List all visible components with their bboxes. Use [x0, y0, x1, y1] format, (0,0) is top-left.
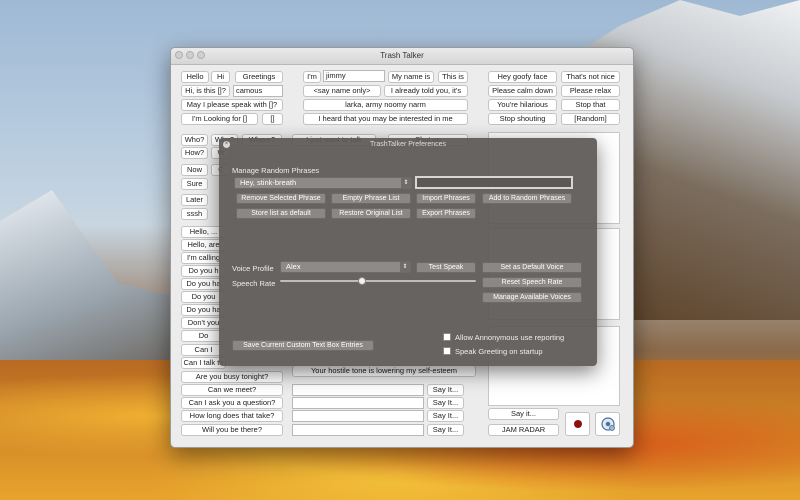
custom-text-field[interactable]	[292, 410, 424, 422]
preferences-title: TrashTalker Preferences	[370, 141, 446, 148]
later-button[interactable]: Later	[181, 194, 208, 206]
preferences-panel: × TrashTalker Preferences Manage Random …	[219, 138, 597, 366]
add-to-random-phrases-button[interactable]: Add to Random Phrases	[482, 193, 572, 204]
save-custom-entries-button[interactable]: Save Current Custom Text Box Entries	[232, 340, 374, 351]
sure-button[interactable]: Sure	[181, 178, 208, 190]
not-nice-button[interactable]: That's not nice	[561, 71, 620, 83]
voice-profile-label: Voice Profile	[232, 264, 274, 273]
speak-greeting-label: Speak Greeting on startup	[455, 347, 543, 356]
chevron-updown-icon: ⇕	[400, 262, 410, 272]
allow-anonymous-checkbox[interactable]	[443, 333, 451, 341]
restore-original-list-button[interactable]: Restore Original List	[331, 208, 411, 219]
already-told-button[interactable]: I already told you, it's	[384, 85, 468, 97]
import-phrases-button[interactable]: Import Phrases	[416, 193, 476, 204]
title-bar[interactable]: Trash Talker	[171, 48, 633, 65]
say-it-button[interactable]: Say It...	[427, 397, 464, 409]
voice-profile-value: Alex	[286, 262, 301, 271]
empty-phrase-list-button[interactable]: Empty Phrase List	[331, 193, 411, 204]
custom-text-field[interactable]	[292, 384, 424, 396]
how-button[interactable]: How?	[181, 147, 208, 159]
larka-button[interactable]: larka, army noomy narm	[303, 99, 468, 111]
voice-settings-button[interactable]	[595, 412, 620, 436]
speech-rate-label: Speech Rate	[232, 279, 276, 288]
my-name-is-button[interactable]: My name is	[388, 71, 434, 83]
calm-down-button[interactable]: Please calm down	[488, 85, 557, 97]
target-name-field[interactable]: camous	[233, 85, 283, 97]
store-list-default-button[interactable]: Store list as default	[236, 208, 326, 219]
say-it-button[interactable]: Say It...	[427, 410, 464, 422]
custom-text-field[interactable]	[292, 424, 424, 436]
looking-for-button[interactable]: I'm Looking for []	[181, 113, 258, 125]
custom-text-field[interactable]	[292, 397, 424, 409]
manage-voices-button[interactable]: Manage Available Voices	[482, 292, 582, 303]
say-it-button[interactable]: Say It...	[427, 384, 464, 396]
my-name-field[interactable]: jimmy	[323, 70, 385, 82]
record-button[interactable]	[565, 412, 590, 436]
random-phrase-value: Hey, stink-breath	[240, 178, 297, 187]
manage-random-label: Manage Random Phrases	[232, 166, 320, 175]
relax-button[interactable]: Please relax	[561, 85, 620, 97]
export-phrases-button[interactable]: Export Phrases	[416, 208, 476, 219]
reset-speech-rate-button[interactable]: Reset Speech Rate	[482, 277, 582, 288]
stop-that-button[interactable]: Stop that	[561, 99, 620, 111]
speech-rate-slider[interactable]	[280, 280, 476, 282]
chevron-updown-icon: ⇕	[401, 178, 411, 188]
greetings-button[interactable]: Greetings	[235, 71, 283, 83]
who-button[interactable]: Who?	[181, 134, 208, 146]
hello-button[interactable]: Hello	[181, 71, 209, 83]
new-phrase-input[interactable]	[415, 176, 573, 189]
can-we-meet-button[interactable]: Can we meet?	[181, 384, 283, 396]
sssh-button[interactable]: sssh	[181, 208, 208, 220]
this-is-button[interactable]: This is	[438, 71, 468, 83]
window-title: Trash Talker	[380, 51, 424, 60]
random-phrase-select[interactable]: Hey, stink-breath ⇕	[234, 177, 412, 189]
how-long-button[interactable]: How long does that take?	[181, 410, 283, 422]
hi-button[interactable]: Hi	[211, 71, 230, 83]
gear-microphone-icon	[600, 416, 616, 435]
record-icon	[573, 420, 582, 428]
speech-rate-knob[interactable]	[358, 277, 367, 285]
hilarious-button[interactable]: You're hilarious	[488, 99, 557, 111]
may-i-speak-button[interactable]: May I please speak with []?	[181, 99, 283, 111]
test-speak-button[interactable]: Test Speak	[416, 262, 476, 273]
set-default-voice-button[interactable]: Set as Default Voice	[482, 262, 582, 273]
ask-question-button[interactable]: Can I ask you a question?	[181, 397, 283, 409]
allow-anonymous-label: Allow Annonymous use reporting	[455, 333, 565, 342]
now-button[interactable]: Now	[181, 164, 208, 176]
busy-tonight-button[interactable]: Are you busy tonight?	[181, 371, 283, 383]
voice-profile-select[interactable]: Alex ⇕	[280, 261, 411, 273]
jam-radar-button[interactable]: JAM RADAR	[488, 424, 559, 436]
bracket-button[interactable]: []	[262, 113, 283, 125]
random-button[interactable]: [Random]	[561, 113, 620, 125]
stop-shouting-button[interactable]: Stop shouting	[488, 113, 557, 125]
goofy-face-button[interactable]: Hey goofy face	[488, 71, 557, 83]
remove-selected-phrase-button[interactable]: Remove Selected Phrase	[236, 193, 326, 204]
hostile-tone-button[interactable]: Your hostile tone is lowering my self-es…	[292, 365, 476, 377]
say-it-button[interactable]: Say It...	[427, 424, 464, 436]
heard-interested-button[interactable]: I heard that you may be interested in me	[303, 113, 468, 125]
say-name-only-button[interactable]: <say name only>	[303, 85, 381, 97]
speak-greeting-checkbox[interactable]	[443, 347, 451, 355]
say-it-panel-button[interactable]: Say it...	[488, 408, 559, 420]
will-you-be-there-button[interactable]: Will you be there?	[181, 424, 283, 436]
im-button[interactable]: I'm	[303, 71, 321, 83]
hi-is-this-button[interactable]: Hi, is this []?	[181, 85, 230, 97]
